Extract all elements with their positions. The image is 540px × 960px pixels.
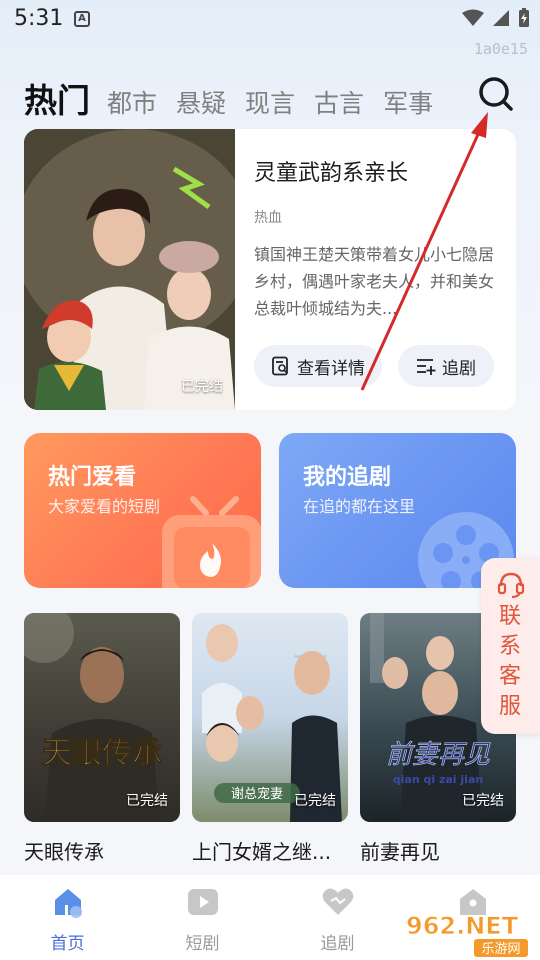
- featured-drama-card[interactable]: 已完结 灵童武韵系亲长 热血 镇国神王楚天策带着女儿小七隐居乡村，偶遇叶家老夫人…: [24, 129, 516, 410]
- play-icon: [188, 889, 218, 915]
- poster-title-art: 前妻再见: [386, 740, 491, 770]
- follow-drama-button[interactable]: 追剧: [398, 345, 494, 387]
- drama-card[interactable]: 豪 谢总宠妻 已完结 上门女婿之继...: [192, 613, 348, 865]
- home-icon: [55, 889, 82, 918]
- status-time: 5:31: [14, 6, 64, 31]
- featured-description: 镇国神王楚天策带着女儿小七隐居乡村，偶遇叶家老夫人，并和美女总裁叶倾城结为夫..…: [254, 245, 494, 318]
- view-details-label: 查看详情: [297, 358, 365, 379]
- view-details-button[interactable]: 查看详情: [254, 345, 382, 387]
- watermark-subtext: 乐游网: [481, 942, 520, 957]
- status-badge: 已完结: [462, 793, 504, 809]
- tab-hot[interactable]: 热门: [24, 74, 90, 122]
- site-watermark: 962.NET 乐游网: [406, 912, 528, 957]
- nav-shorts[interactable]: 短剧: [135, 875, 270, 960]
- nav-shorts-label: 短剧: [185, 934, 220, 954]
- featured-title[interactable]: 灵童武韵系亲长: [254, 155, 408, 187]
- drama-title[interactable]: 前妻再见: [360, 836, 516, 865]
- drama-poster[interactable]: 天眼传承 已完结: [24, 613, 180, 822]
- customer-service-label: 联系客服: [498, 604, 521, 719]
- nav-home[interactable]: 首页: [0, 875, 135, 960]
- wifi-icon: [462, 9, 484, 26]
- drama-poster[interactable]: 豪 谢总宠妻 已完结: [192, 613, 348, 822]
- follow-label: 追剧: [442, 358, 476, 379]
- customer-service-button[interactable]: 联系客服: [481, 558, 540, 734]
- status-badge: 已完结: [126, 793, 168, 809]
- tab-urban[interactable]: 都市: [107, 84, 157, 120]
- featured-poster[interactable]: 已完结: [24, 129, 235, 410]
- poster-title-art: 天眼传承: [42, 736, 162, 771]
- drama-title[interactable]: 上门女婿之继...: [192, 836, 348, 865]
- nav-home-label: 首页: [50, 934, 85, 954]
- status-icons: [462, 8, 530, 28]
- tv-fire-icon: [162, 496, 261, 588]
- battery-icon: [519, 8, 529, 27]
- tab-suspense[interactable]: 悬疑: [176, 84, 226, 120]
- heart-icon: [322, 888, 354, 915]
- poster-title-art: 谢总宠妻: [231, 786, 283, 802]
- status-badge: 已完结: [294, 793, 336, 809]
- debug-id: 1a0e15: [473, 40, 528, 58]
- search-button[interactable]: [476, 74, 516, 114]
- nav-following-label: 追剧: [320, 934, 355, 954]
- hot-picks-title: 热门爱看: [48, 465, 137, 490]
- notification-icon: A: [74, 11, 90, 27]
- drama-card[interactable]: 天眼传承 已完结 天眼传承: [24, 613, 180, 865]
- tab-modern-romance[interactable]: 现言: [245, 84, 295, 120]
- signal-icon: [493, 10, 509, 26]
- details-icon: [272, 356, 288, 376]
- watermark-text: 962.NET: [406, 912, 519, 940]
- search-icon: [479, 77, 513, 111]
- featured-genre: 热血: [254, 210, 282, 226]
- my-follows-card[interactable]: 我的追剧 在追的都在这里: [279, 433, 516, 588]
- tab-military[interactable]: 军事: [383, 84, 433, 120]
- hot-picks-subtitle: 大家爱看的短剧: [48, 497, 161, 516]
- my-follows-subtitle: 在追的都在这里: [303, 497, 416, 516]
- status-badge: 已完结: [181, 379, 223, 395]
- tab-ancient-romance[interactable]: 古言: [314, 84, 364, 120]
- poster-subtitle-art: qian qi zai jian: [393, 773, 483, 786]
- drama-title[interactable]: 天眼传承: [24, 836, 180, 865]
- status-bar: 5:31 A: [0, 0, 540, 40]
- poster-artwork: [24, 129, 235, 410]
- hot-picks-card[interactable]: 热门爱看 大家爱看的短剧: [24, 433, 261, 588]
- category-tabs: 热门 都市 悬疑 现言 古言 军事: [24, 74, 452, 120]
- headset-icon: [497, 572, 525, 598]
- my-follows-title: 我的追剧: [303, 465, 392, 490]
- nav-following[interactable]: 追剧: [270, 875, 405, 960]
- add-list-icon: [417, 359, 436, 375]
